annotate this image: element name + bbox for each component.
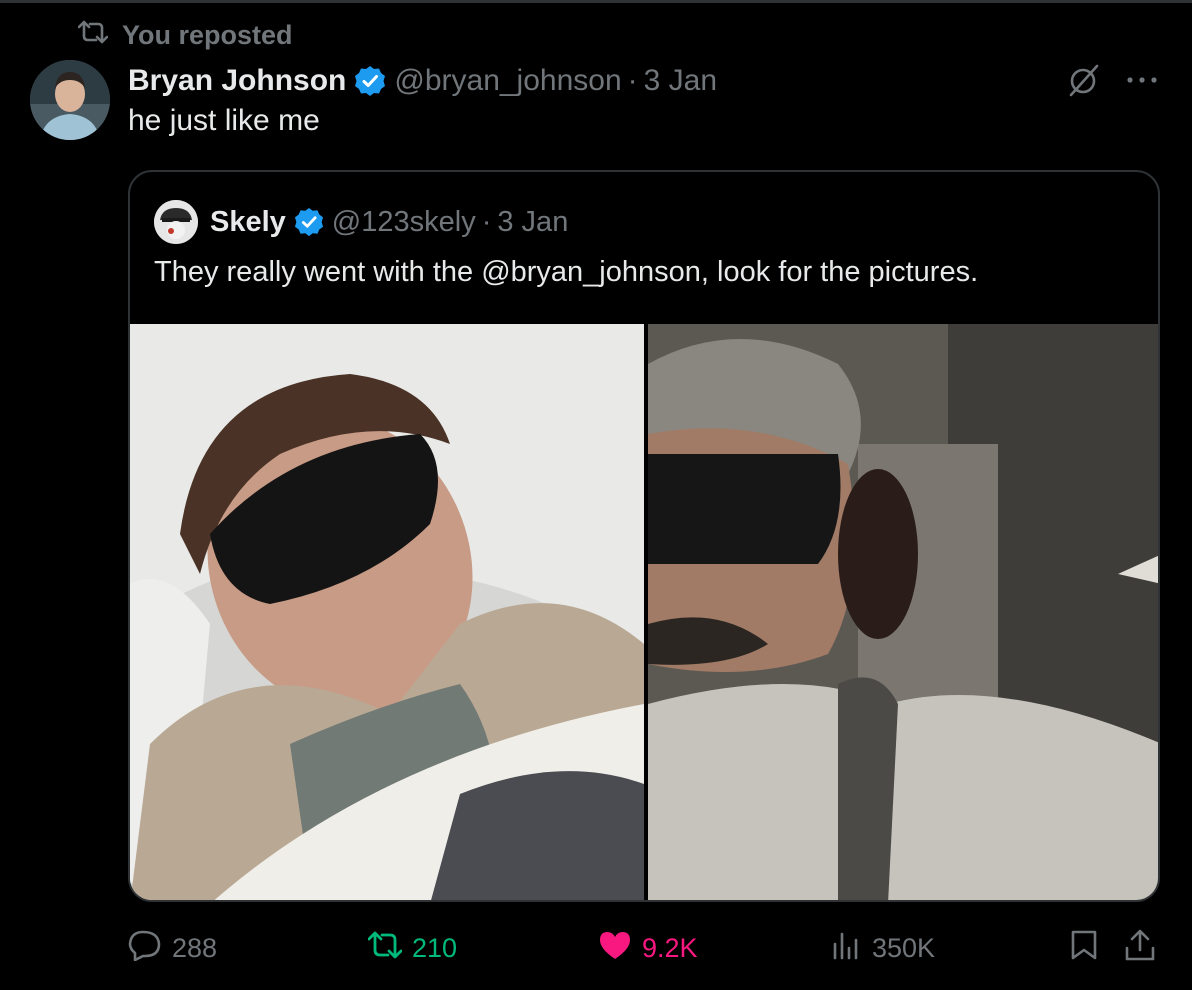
quoted-verified-badge-icon — [294, 207, 324, 237]
tweet-actions-bar: 288 210 9.2K 350K — [128, 922, 1164, 974]
tweet-date[interactable]: 3 Jan — [644, 64, 717, 98]
views-button[interactable]: 350K — [832, 930, 935, 967]
more-options-icon[interactable] — [1126, 75, 1158, 85]
quoted-tweet-header: Skely @123skely · 3 Jan — [154, 200, 568, 244]
bookmark-icon — [1070, 929, 1098, 968]
share-icon — [1124, 928, 1156, 969]
quoted-separator-dot: · — [481, 205, 492, 238]
quoted-text: They really went with the @bryan_johnson… — [154, 256, 979, 288]
repost-indicator: You reposted — [77, 18, 293, 52]
author-handle[interactable]: @bryan_johnson — [394, 64, 621, 98]
bookmark-button[interactable] — [1070, 929, 1098, 968]
quoted-tweet[interactable]: Skely @123skely · 3 Jan They really went… — [128, 170, 1160, 902]
reply-button[interactable]: 288 — [128, 929, 217, 968]
repost-label: You reposted — [122, 19, 293, 50]
reply-count: 288 — [172, 932, 218, 963]
tweet-header: Bryan Johnson @bryan_johnson · 3 Jan — [128, 60, 717, 102]
quoted-date[interactable]: 3 Jan — [497, 206, 568, 239]
tweet-text: he just like me — [128, 104, 320, 137]
quoted-author-handle[interactable]: @123skely — [332, 206, 476, 239]
views-count: 350K — [872, 932, 936, 963]
repost-icon — [77, 19, 109, 52]
share-button[interactable] — [1124, 928, 1156, 969]
quoted-avatar[interactable] — [154, 200, 198, 244]
separator-dot: · — [627, 64, 638, 97]
quoted-author-name[interactable]: Skely — [210, 206, 286, 239]
repost-button[interactable]: 210 — [367, 930, 458, 967]
tweet-header-actions — [1066, 62, 1158, 98]
quoted-photo-left[interactable] — [130, 324, 644, 900]
author-name[interactable]: Bryan Johnson — [128, 64, 346, 98]
heart-icon — [598, 930, 632, 967]
quoted-photo-right[interactable] — [648, 324, 1158, 900]
repost-count: 210 — [412, 932, 458, 963]
avatar[interactable] — [30, 60, 110, 140]
views-icon — [832, 930, 862, 967]
like-count: 9.2K — [642, 932, 698, 963]
top-divider — [0, 0, 1192, 3]
verified-badge-icon — [354, 65, 386, 97]
repost-action-icon — [367, 930, 403, 967]
like-button[interactable]: 9.2K — [598, 930, 698, 967]
reply-icon — [128, 929, 162, 968]
grok-icon[interactable] — [1066, 62, 1102, 98]
